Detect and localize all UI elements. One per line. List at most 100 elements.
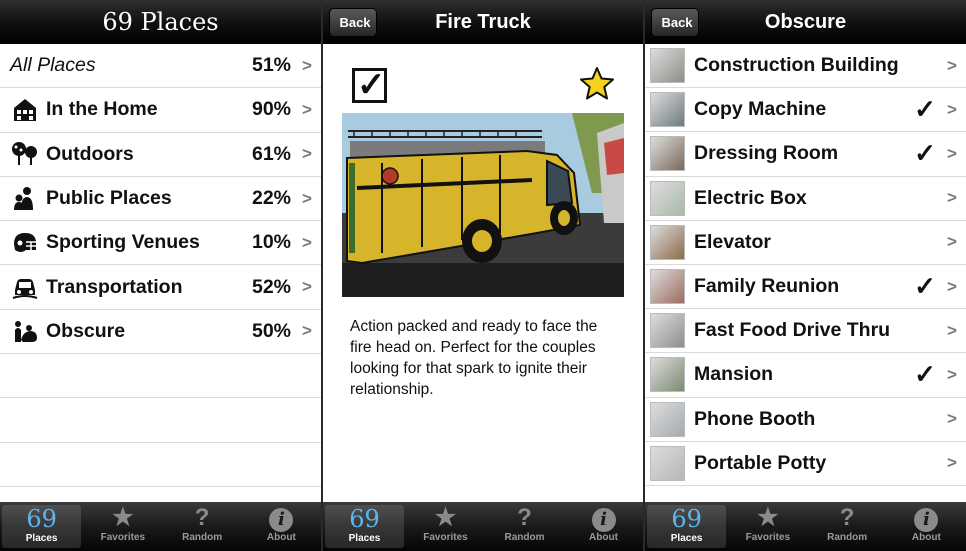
chevron-right-icon: > — [947, 99, 957, 119]
tab-favorites[interactable]: ★ Favorites — [406, 502, 485, 551]
category-percent: 22% — [251, 187, 291, 210]
category-percent: 52% — [251, 275, 291, 298]
page-title: Fire Truck — [435, 11, 531, 33]
obscure-list-screen: Back Obscure Construction Building > Copy … — [645, 0, 966, 551]
tab-label: About — [266, 532, 296, 543]
chevron-right-icon: > — [302, 321, 312, 341]
question-icon: ? — [517, 504, 532, 531]
house-icon — [8, 95, 42, 125]
place-label: Elevator — [694, 230, 771, 253]
place-label: Fast Food Drive Thru — [694, 319, 891, 342]
place-label: Copy Machine — [694, 98, 827, 121]
category-row-obscure[interactable]: Obscure 50% > — [0, 310, 321, 355]
fire-truck-photo — [342, 113, 624, 297]
category-percent: 51% — [251, 54, 291, 77]
category-row-sporting-venues[interactable]: Sporting Venues 10% > — [0, 221, 321, 266]
info-icon: i — [269, 508, 294, 532]
page-title: 69 Places — [102, 8, 219, 36]
chevron-right-icon: > — [947, 453, 957, 473]
category-label: Outdoors — [46, 142, 134, 165]
chevron-right-icon: > — [302, 277, 312, 297]
chevron-right-icon: > — [302, 188, 312, 208]
place-row[interactable]: Phone Booth > — [645, 398, 966, 442]
place-thumbnail — [650, 92, 685, 128]
tab-bar: 69 Places ★ Favorites ? Random i About — [0, 502, 321, 551]
chevron-right-icon: > — [947, 232, 957, 252]
tab-places[interactable]: 69 Places — [325, 505, 404, 548]
category-label: Obscure — [46, 319, 126, 342]
tab-favorites[interactable]: ★ Favorites — [83, 502, 162, 551]
nav-bar: Back Fire Truck — [323, 0, 643, 44]
category-row-in-the-home[interactable]: In the Home 90% > — [0, 88, 321, 133]
place-thumbnail — [650, 180, 685, 216]
place-thumbnail — [650, 445, 685, 481]
people-icon — [8, 184, 42, 214]
chevron-right-icon: > — [302, 232, 312, 252]
tab-about[interactable]: i About — [242, 502, 321, 551]
page-title: Obscure — [764, 11, 847, 33]
category-row-all-places[interactable]: All Places 51% > — [0, 44, 321, 89]
category-percent: 61% — [251, 142, 291, 165]
chevron-right-icon: > — [947, 276, 957, 296]
chevron-right-icon: > — [947, 409, 957, 429]
place-row[interactable]: Mansion ✓ > — [645, 353, 966, 398]
checkmark-icon: ✓ — [914, 138, 936, 169]
checkmark-icon: ✓ — [914, 94, 936, 125]
category-row-transportation[interactable]: Transportation 52% > — [0, 265, 321, 310]
place-thumbnail — [650, 224, 685, 260]
tab-label: Random — [504, 532, 545, 543]
category-percent: 10% — [251, 231, 291, 254]
place-label: Phone Booth — [694, 407, 816, 430]
tab-about[interactable]: i About — [887, 502, 966, 551]
tab-random[interactable]: ? Random — [485, 502, 564, 551]
empty-row — [0, 398, 321, 443]
chevron-right-icon: > — [947, 55, 957, 75]
place-row[interactable]: Dressing Room ✓ > — [645, 132, 966, 177]
place-row[interactable]: Elevator > — [645, 221, 966, 265]
tab-favorites[interactable]: ★ Favorites — [728, 502, 807, 551]
category-label: In the Home — [46, 98, 158, 121]
tab-random[interactable]: ? Random — [808, 502, 887, 551]
category-list: All Places 51% > In the Home 90% > Outdo… — [0, 44, 321, 487]
chevron-right-icon: > — [302, 144, 312, 164]
empty-row — [0, 443, 321, 487]
tab-places[interactable]: 69 Places — [647, 505, 727, 548]
tab-about[interactable]: i About — [564, 502, 643, 551]
checkmark-icon: ✓ — [357, 66, 386, 104]
category-row-outdoors[interactable]: Outdoors 61% > — [0, 133, 321, 177]
category-row-public-places[interactable]: Public Places 22% > — [0, 177, 321, 222]
chevron-right-icon: > — [947, 143, 957, 163]
back-button[interactable]: Back — [651, 8, 699, 37]
places-count-icon: 69 — [671, 505, 702, 533]
tab-places[interactable]: 69 Places — [2, 505, 82, 548]
place-thumbnail — [650, 401, 685, 437]
place-row[interactable]: Family Reunion ✓ > — [645, 265, 966, 310]
category-percent: 90% — [251, 98, 291, 121]
tab-label: Places — [25, 533, 58, 544]
tab-label: Places — [670, 533, 703, 544]
place-detail-screen: Back Fire Truck ✓ Action packed and read… — [323, 0, 643, 551]
back-label: Back — [339, 15, 371, 30]
place-row[interactable]: Copy Machine ✓ > — [645, 88, 966, 133]
places-screen: 69 Places All Places 51% > In the Home 9… — [0, 0, 321, 551]
nav-bar: 69 Places — [0, 0, 321, 44]
place-row[interactable]: Electric Box > — [645, 177, 966, 221]
tab-label: Random — [827, 532, 868, 543]
places-count-icon: 69 — [349, 505, 380, 533]
tab-bar: 69 Places ★ Favorites ? Random i About — [645, 502, 966, 551]
info-icon: i — [914, 508, 939, 532]
tab-bar: 69 Places ★ Favorites ? Random i About — [323, 502, 643, 551]
tab-random[interactable]: ? Random — [163, 502, 242, 551]
favorite-star-icon[interactable] — [579, 66, 615, 105]
place-description: Action packed and ready to face the fire… — [350, 318, 598, 398]
star-icon: ★ — [112, 504, 134, 531]
place-row[interactable]: Construction Building > — [645, 44, 966, 89]
place-row[interactable]: Portable Potty > — [645, 442, 966, 486]
nav-bar: Back Obscure — [645, 0, 966, 44]
place-row[interactable]: Fast Food Drive Thru > — [645, 309, 966, 354]
visited-checkbox[interactable]: ✓ — [352, 66, 387, 104]
category-label: Sporting Venues — [46, 231, 200, 254]
place-thumbnail — [650, 48, 685, 84]
places-count-icon: 69 — [26, 505, 57, 533]
back-button[interactable]: Back — [329, 8, 377, 37]
